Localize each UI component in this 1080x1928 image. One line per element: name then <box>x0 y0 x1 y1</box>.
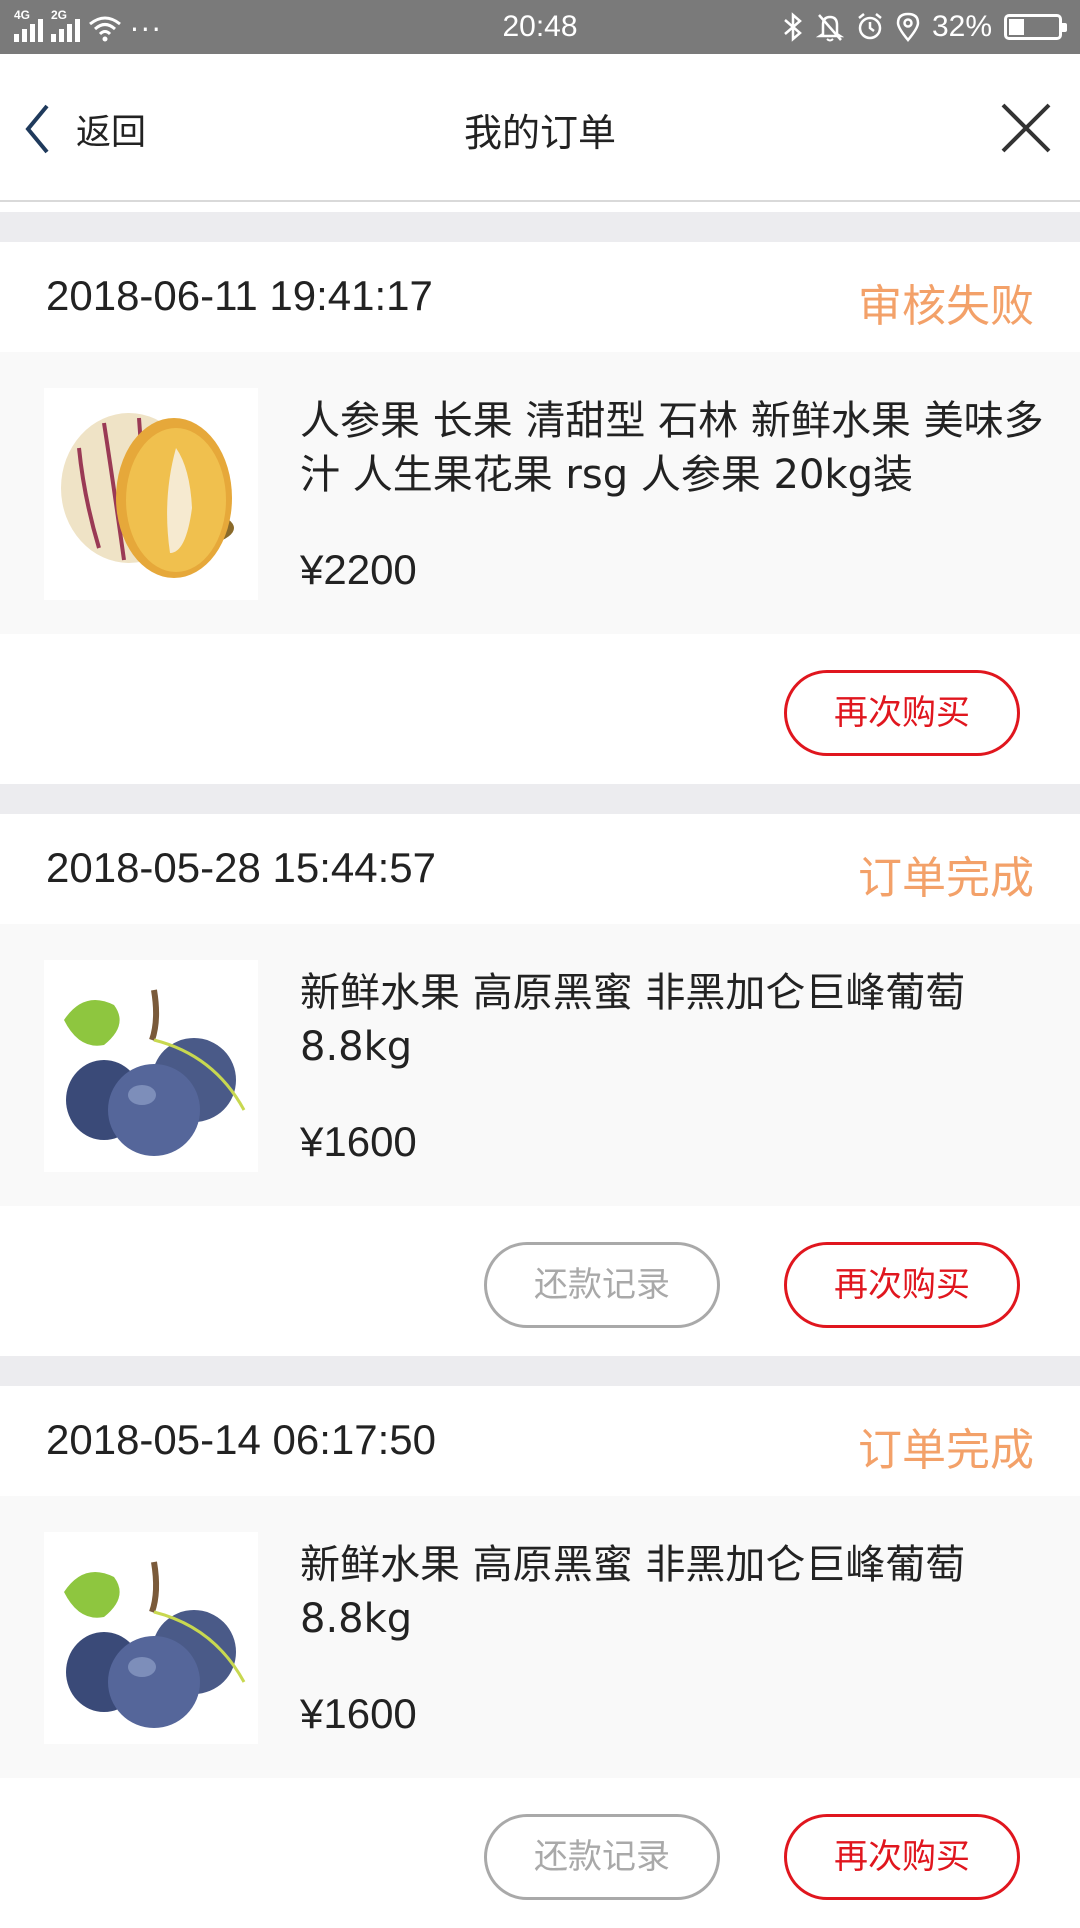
order-card: 2018-05-28 15:44:57 订单完成 新鲜水果 高原黑蜜 非黑加仑巨… <box>0 814 1080 1356</box>
order-card: 2018-05-14 06:17:50 订单完成 新鲜水果 高原黑蜜 非黑加仑巨… <box>0 1386 1080 1928</box>
order-item[interactable]: 新鲜水果 高原黑蜜 非黑加仑巨峰葡萄 8.8kg ¥1600 <box>0 924 1080 1206</box>
product-image-grapes <box>44 960 258 1172</box>
bluetooth-icon <box>784 12 802 42</box>
nav-bar: 返回 我的订单 <box>0 54 1080 202</box>
order-item[interactable]: 人参果 长果 清甜型 石林 新鲜水果 美味多汁 人生果花果 rsg 人参果 20… <box>0 352 1080 634</box>
repayment-record-button[interactable]: 还款记录 <box>484 1814 720 1900</box>
product-name: 新鲜水果 高原黑蜜 非黑加仑巨峰葡萄 8.8kg <box>300 970 966 1070</box>
order-date: 2018-05-14 06:17:50 <box>46 1416 436 1463</box>
section-divider <box>0 784 1080 814</box>
order-status: 订单完成 <box>858 1425 1034 1476</box>
buy-again-button[interactable]: 再次购买 <box>784 670 1020 756</box>
status-bar: 4G 2G ··· 20:48 32% <box>0 0 1080 54</box>
order-header: 2018-05-28 15:44:57 订单完成 <box>0 814 1080 924</box>
location-icon <box>896 12 920 42</box>
battery-icon <box>1004 14 1067 40</box>
buy-again-button[interactable]: 再次购买 <box>784 1242 1020 1328</box>
product-price: ¥2200 <box>300 546 417 593</box>
product-name: 新鲜水果 高原黑蜜 非黑加仑巨峰葡萄 8.8kg <box>300 1542 966 1642</box>
battery-fill <box>1009 19 1025 35</box>
product-image-grapes <box>44 1532 258 1744</box>
product-price: ¥1600 <box>300 1690 417 1737</box>
order-actions: 再次购买 <box>0 634 1080 784</box>
battery-percent: 32% <box>931 10 992 43</box>
order-header: 2018-05-14 06:17:50 订单完成 <box>0 1386 1080 1496</box>
order-actions: 还款记录 再次购买 <box>0 1778 1080 1928</box>
alarm-icon <box>858 13 882 40</box>
section-divider <box>0 212 1080 242</box>
order-status: 审核失败 <box>858 281 1034 332</box>
order-date: 2018-06-11 19:41:17 <box>46 272 433 319</box>
order-actions: 还款记录 再次购买 <box>0 1206 1080 1356</box>
section-divider <box>0 1356 1080 1386</box>
page-title: 我的订单 <box>463 111 616 155</box>
close-icon[interactable] <box>998 100 1054 156</box>
buy-again-button[interactable]: 再次购买 <box>784 1814 1020 1900</box>
silent-bell-icon <box>815 14 844 42</box>
order-status: 订单完成 <box>858 853 1034 904</box>
product-image-ginseng-fruit <box>44 388 258 600</box>
order-header: 2018-06-11 19:41:17 审核失败 <box>0 242 1080 352</box>
product-price: ¥1600 <box>300 1118 417 1165</box>
repayment-record-button[interactable]: 还款记录 <box>484 1242 720 1328</box>
product-name: 人参果 长果 清甜型 石林 新鲜水果 美味多汁 人生果花果 rsg 人参果 20… <box>300 398 1044 498</box>
order-item[interactable]: 新鲜水果 高原黑蜜 非黑加仑巨峰葡萄 8.8kg ¥1600 <box>0 1496 1080 1778</box>
status-right: 32% <box>782 8 1067 46</box>
order-card: 2018-06-11 19:41:17 审核失败 人参果 长果 清甜型 石林 新… <box>0 242 1080 784</box>
order-date: 2018-05-28 15:44:57 <box>46 844 436 891</box>
